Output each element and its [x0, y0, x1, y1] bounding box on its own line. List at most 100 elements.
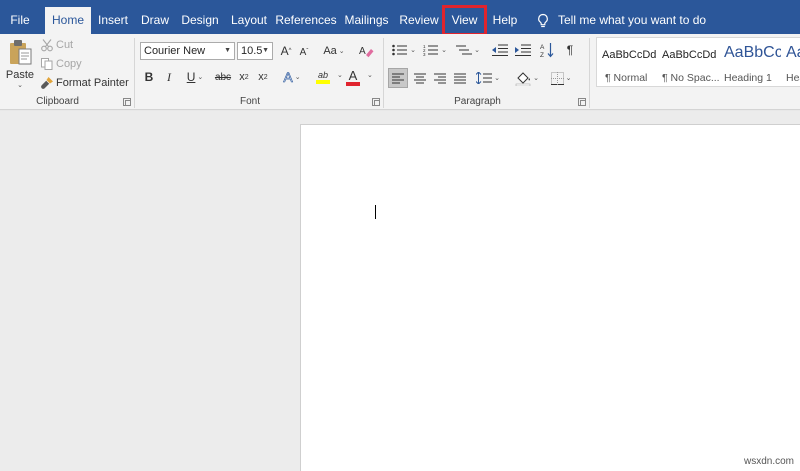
shrink-font-glyph: A	[299, 46, 307, 58]
align-right-icon	[434, 73, 446, 83]
tab-layout[interactable]: Layout	[227, 7, 271, 34]
paint-bucket-icon	[515, 72, 531, 86]
tab-design[interactable]: Design	[179, 7, 221, 34]
tab-insert[interactable]: Insert	[93, 7, 133, 34]
style-name: ¶ Normal	[605, 72, 648, 84]
sort-az-icon: A Z	[540, 43, 554, 58]
paragraph-launcher-icon[interactable]	[578, 98, 586, 106]
superscript-mark: 2	[263, 73, 268, 81]
cut-button[interactable]: Cut	[40, 37, 73, 53]
align-center-button[interactable]	[411, 68, 429, 88]
multilevel-list-button[interactable]: ⌄	[454, 42, 482, 58]
align-left-icon	[392, 73, 404, 83]
format-painter-button[interactable]: Format Painter	[40, 75, 129, 91]
eraser-icon: A	[359, 46, 374, 58]
scissors-icon	[41, 39, 53, 52]
chevron-down-icon: ⌄	[533, 75, 539, 82]
superscript-button[interactable]: x2	[256, 68, 270, 86]
format-painter-label: Format Painter	[56, 77, 129, 89]
font-family-combo[interactable]: Courier New ▼	[140, 42, 235, 60]
text-effects-button[interactable]: A ⌄	[280, 68, 304, 86]
font-family-value: Courier New	[144, 45, 206, 57]
clipboard-launcher-icon[interactable]	[123, 98, 131, 106]
line-spacing-icon	[476, 72, 493, 84]
style-heading-2[interactable]: AaBbCc Hea	[781, 38, 800, 86]
shading-button[interactable]: ⌄	[512, 68, 542, 88]
document-canvas: wsxdn.com	[0, 111, 800, 471]
align-right-button[interactable]	[431, 68, 449, 88]
style-sample: AaBbCcDd	[602, 49, 657, 61]
chevron-down-icon: ⌄	[294, 74, 301, 81]
copy-icon	[41, 58, 53, 70]
shrink-font-button[interactable]: Aˇ	[297, 44, 311, 60]
highlight-glyph: ab	[317, 70, 328, 80]
document-page[interactable]	[300, 124, 800, 471]
underline-button[interactable]: U ⌄	[182, 68, 208, 86]
bullets-button[interactable]: ⌄	[390, 42, 418, 58]
lightbulb-icon	[538, 13, 548, 28]
increase-indent-button[interactable]	[514, 42, 532, 58]
strikethrough-button[interactable]: abc	[214, 68, 232, 86]
ribbon-home: Paste ⌄ Cut Copy Format Painter Clipboar…	[0, 34, 800, 110]
highlight-dropdown-icon[interactable]: ⌄	[337, 71, 343, 79]
font-launcher-icon[interactable]	[372, 98, 380, 106]
cut-label: Cut	[56, 39, 74, 51]
decrease-indent-button[interactable]	[491, 42, 509, 58]
font-size-value: 10.5	[241, 45, 263, 57]
style-name: Hea	[786, 72, 800, 84]
change-case-button[interactable]: Aa ⌄	[320, 43, 348, 59]
tab-review[interactable]: Review	[397, 7, 441, 34]
tab-view[interactable]: View	[442, 5, 487, 36]
tab-file[interactable]: File	[0, 7, 40, 34]
increase-indent-icon	[515, 44, 531, 56]
bullet-list-icon	[392, 44, 408, 56]
clear-formatting-button[interactable]: A	[357, 43, 375, 59]
paste-dropdown-icon[interactable]: ⌄	[17, 81, 23, 89]
svg-text:A: A	[359, 46, 366, 57]
italic-button[interactable]: I	[162, 68, 176, 86]
style-no-spacing[interactable]: AaBbCcDd ¶ No Spac...	[657, 38, 719, 86]
style-normal[interactable]: AaBbCcDd ¶ Normal	[597, 38, 659, 86]
group-divider	[589, 38, 590, 108]
style-name: ¶ No Spac...	[662, 72, 719, 84]
underline-glyph: U	[186, 70, 196, 84]
font-color-button[interactable]: A	[345, 67, 361, 87]
font-color-bar	[346, 81, 360, 86]
justify-icon	[454, 73, 466, 83]
font-color-dropdown-icon[interactable]: ⌄	[367, 71, 373, 79]
chevron-down-icon: ⌄	[494, 75, 500, 82]
subscript-button[interactable]: x2	[237, 68, 251, 86]
paragraph-group-label: Paragraph	[454, 96, 501, 107]
grow-font-glyph: A	[280, 44, 289, 58]
justify-button[interactable]	[451, 68, 469, 88]
tab-help[interactable]: Help	[488, 7, 522, 34]
paste-label: Paste	[5, 69, 35, 81]
bold-button[interactable]: B	[142, 68, 156, 86]
svg-text:A: A	[540, 44, 545, 51]
sort-button[interactable]: A Z	[539, 41, 555, 59]
font-color-glyph: A	[348, 67, 358, 83]
tab-home[interactable]: Home	[45, 7, 91, 34]
style-sample: AaBbCc	[724, 44, 781, 61]
style-sample: AaBbCc	[786, 44, 800, 61]
paste-clipboard-icon	[10, 40, 32, 65]
tab-draw[interactable]: Draw	[136, 7, 174, 34]
borders-button[interactable]: ⌄	[546, 68, 576, 88]
highlight-color-button[interactable]: ab	[311, 67, 335, 87]
numbering-button[interactable]: 1 2 3 ⌄	[421, 42, 449, 58]
watermark: wsxdn.com	[743, 456, 794, 467]
tab-mailings[interactable]: Mailings	[341, 7, 392, 34]
grow-font-button[interactable]: A ^	[279, 43, 293, 59]
font-size-combo[interactable]: 10.5 ▼	[237, 42, 273, 60]
show-formatting-marks-button[interactable]: ¶	[563, 42, 577, 58]
style-heading-1[interactable]: AaBbCc Heading 1	[719, 38, 781, 86]
chevron-down-icon: ⌄	[441, 47, 447, 54]
style-sample: AaBbCcDd	[662, 49, 717, 61]
align-left-button[interactable]	[388, 68, 408, 88]
paste-button[interactable]: Paste ⌄	[4, 37, 36, 91]
tab-references[interactable]: References	[275, 7, 337, 34]
font-group-label: Font	[239, 96, 260, 107]
chevron-down-icon: ⌄	[410, 47, 416, 54]
line-spacing-button[interactable]: ⌄	[474, 68, 502, 88]
copy-button[interactable]: Copy	[40, 56, 82, 72]
